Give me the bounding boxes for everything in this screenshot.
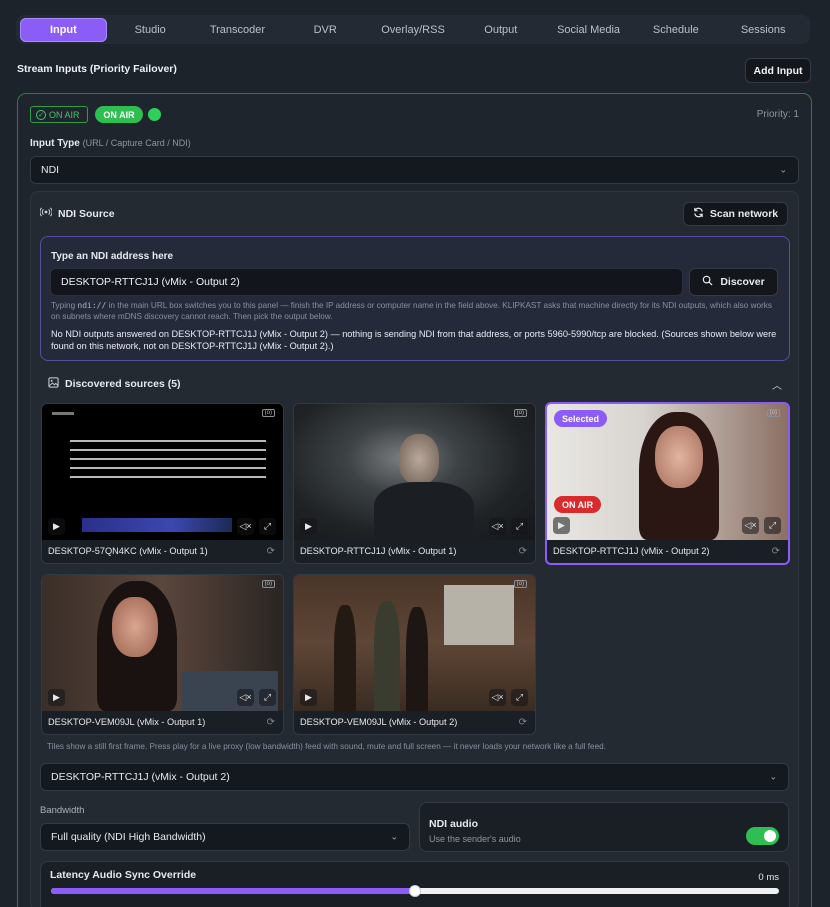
source-tile[interactable]: (o) ▶ ◁× ⤢ DESKTOP-VEM09JL (vMix - Outpu… [293, 574, 536, 735]
scan-network-label: Scan network [709, 208, 779, 220]
ndi-audio-title: NDI audio [429, 818, 478, 830]
search-icon [702, 275, 713, 289]
refresh-icon[interactable]: ⟳ [267, 546, 275, 557]
fullscreen-icon[interactable]: ⤢ [764, 517, 781, 534]
discovered-sources-title: Discovered sources (5) [65, 378, 181, 390]
input-type-label-text: Input Type [30, 138, 80, 149]
latency-title: Latency Audio Sync Override [50, 869, 197, 881]
tab-social-media[interactable]: Social Media [545, 18, 633, 42]
ndi-address-hint: Typing ndi:// in the main URL box switch… [51, 300, 781, 322]
latency-value: 0 ms [758, 872, 779, 883]
source-tile[interactable]: (o) ▶ ◁× ⤢ DESKTOP-57QN4KC (vMix - Outpu… [41, 403, 284, 564]
tab-sessions[interactable]: Sessions [719, 18, 807, 42]
source-name: DESKTOP-RTTCJ1J (vMix - Output 1) [300, 546, 457, 556]
channel-bug-icon: (o) [766, 409, 780, 417]
latency-slider-handle[interactable] [409, 885, 421, 897]
image-icon [48, 377, 59, 391]
refresh-icon[interactable]: ⟳ [519, 717, 527, 728]
onair-status-badge: ✓ ON AIR [30, 106, 88, 123]
ndi-source-value: DESKTOP-RTTCJ1J (vMix - Output 2) [51, 771, 230, 783]
tab-input[interactable]: Input [20, 17, 107, 42]
chevron-down-icon: ⌄ [390, 831, 398, 842]
tab-dvr[interactable]: DVR [281, 18, 369, 42]
ndi-warning-text: No NDI outputs answered on DESKTOP-RTTCJ… [51, 329, 777, 351]
source-tile-selected[interactable]: (o) Selected ON AIR ▶ ◁× ⤢ DESKTOP-RTTCJ… [545, 402, 790, 565]
input-type-hint: (URL / Capture Card / NDI) [82, 138, 191, 148]
hint-text-pre: Typing [51, 301, 76, 310]
bandwidth-value: Full quality (NDI High Bandwidth) [51, 831, 206, 843]
selected-badge: Selected [554, 410, 608, 427]
play-icon[interactable]: ▶ [48, 689, 65, 706]
play-icon[interactable]: ▶ [48, 518, 65, 535]
tiles-note: Tiles show a still first frame. Press pl… [47, 742, 606, 751]
ndi-address-input[interactable]: DESKTOP-RTTCJ1J (vMix - Output 2) [50, 268, 683, 296]
mute-icon[interactable]: ◁× [237, 689, 254, 706]
source-tile[interactable]: (o) ▶ ◁× ⤢ DESKTOP-VEM09JL (vMix - Outpu… [41, 574, 284, 735]
tab-studio[interactable]: Studio [107, 18, 194, 42]
discovered-sources-heading: Discovered sources (5) [48, 377, 181, 391]
refresh-icon[interactable]: ⟳ [267, 717, 275, 728]
broadcast-icon [39, 207, 53, 220]
refresh-icon[interactable]: ⟳ [772, 546, 780, 557]
main-tabs: Input Studio Transcoder DVR Overlay/RSS … [16, 15, 810, 44]
discover-label: Discover [720, 276, 765, 288]
mute-icon[interactable]: ◁× [742, 517, 759, 534]
refresh-icon[interactable]: ⟳ [519, 546, 527, 557]
mute-icon[interactable]: ◁× [489, 689, 506, 706]
scan-network-button[interactable]: Scan network [683, 202, 788, 226]
tab-output[interactable]: Output [457, 18, 545, 42]
tab-overlay-rss[interactable]: Overlay/RSS [369, 18, 457, 42]
bandwidth-label: Bandwidth [40, 805, 85, 816]
latency-box [40, 861, 790, 907]
tab-schedule[interactable]: Schedule [632, 18, 719, 42]
input-type-value: NDI [41, 164, 60, 176]
live-indicator-dot [148, 108, 161, 121]
ndi-source-title: NDI Source [58, 207, 115, 220]
hint-code: ndi:// [77, 301, 107, 310]
ndi-source-select[interactable]: DESKTOP-RTTCJ1J (vMix - Output 2) ⌄ [40, 763, 789, 791]
mute-icon[interactable]: ◁× [237, 518, 254, 535]
priority-label: Priority: 1 [756, 109, 799, 120]
fullscreen-icon[interactable]: ⤢ [259, 689, 276, 706]
ndi-audio-subtitle: Use the sender's audio [429, 834, 521, 844]
onair-badge: ON AIR [554, 496, 602, 513]
check-circle-icon: ✓ [36, 109, 46, 120]
latency-slider-fill [51, 888, 415, 894]
input-type-select[interactable]: NDI ⌄ [30, 156, 799, 184]
chevron-down-icon: ⌄ [779, 164, 787, 175]
add-input-button[interactable]: Add Input [745, 58, 811, 83]
ndi-source-heading: NDI Source [39, 207, 115, 220]
tab-transcoder[interactable]: Transcoder [194, 18, 282, 42]
mute-icon[interactable]: ◁× [489, 518, 506, 535]
source-tile[interactable]: (o) ▶ ◁× ⤢ DESKTOP-RTTCJ1J (vMix - Outpu… [293, 403, 536, 564]
refresh-icon [693, 207, 704, 221]
section-title: Stream Inputs (Priority Failover) [17, 63, 177, 75]
fullscreen-icon[interactable]: ⤢ [259, 518, 276, 535]
channel-bug-icon: (o) [261, 409, 275, 417]
discover-button[interactable]: Discover [689, 268, 778, 296]
input-type-label: Input Type (URL / Capture Card / NDI) [30, 138, 191, 149]
play-icon[interactable]: ▶ [300, 689, 317, 706]
chevron-up-icon[interactable]: ︿ [772, 377, 782, 392]
channel-bug-icon: (o) [261, 580, 275, 588]
hint-text-post: in the main URL box switches you to this… [51, 301, 772, 321]
channel-bug-icon: (o) [513, 580, 527, 588]
onair-status-text: ON AIR [49, 109, 80, 120]
chevron-down-icon: ⌄ [769, 771, 777, 782]
channel-bug-icon: (o) [513, 409, 527, 417]
source-name: DESKTOP-57QN4KC (vMix - Output 1) [48, 546, 208, 556]
source-name: DESKTOP-VEM09JL (vMix - Output 1) [48, 717, 206, 727]
ndi-audio-toggle[interactable] [746, 827, 779, 845]
source-name: DESKTOP-RTTCJ1J (vMix - Output 2) [553, 546, 710, 556]
ndi-address-title: Type an NDI address here [51, 251, 174, 262]
source-name: DESKTOP-VEM09JL (vMix - Output 2) [300, 717, 458, 727]
fullscreen-icon[interactable]: ⤢ [511, 518, 528, 535]
fullscreen-icon[interactable]: ⤢ [511, 689, 528, 706]
bandwidth-select[interactable]: Full quality (NDI High Bandwidth) ⌄ [40, 823, 410, 851]
latency-slider[interactable] [51, 885, 779, 897]
play-icon[interactable]: ▶ [300, 518, 317, 535]
play-icon[interactable]: ▶ [553, 517, 570, 534]
onair-toggle-button[interactable]: ON AIR [95, 106, 143, 123]
